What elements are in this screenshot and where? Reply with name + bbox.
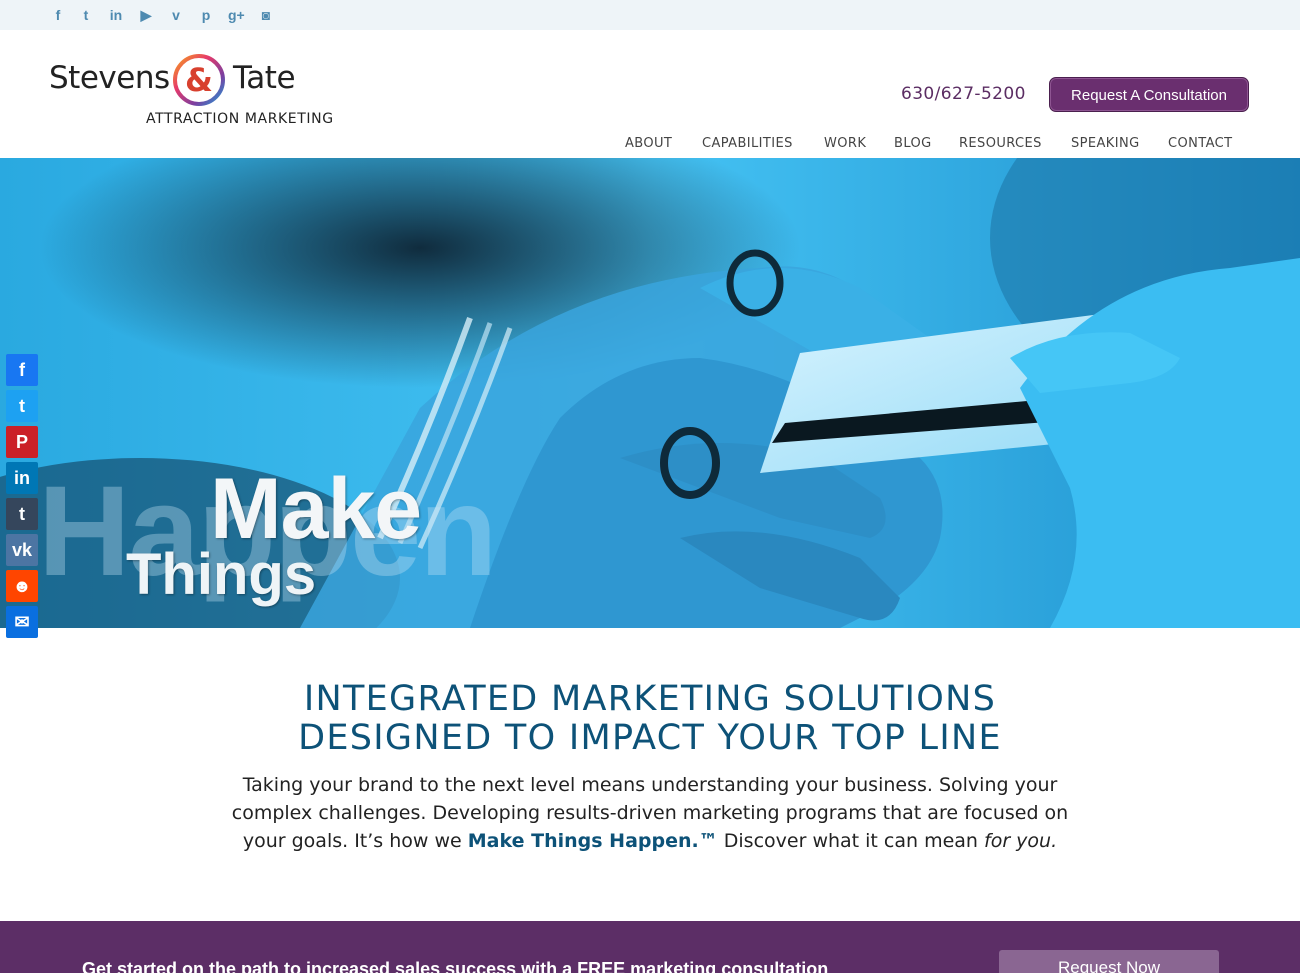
- hero-text-things: Things: [126, 542, 317, 607]
- linkedin-share-icon[interactable]: in: [6, 462, 38, 494]
- pinterest-icon[interactable]: p: [198, 7, 214, 23]
- linkedin-icon[interactable]: in: [108, 7, 124, 23]
- twitter-share-icon[interactable]: t: [6, 390, 38, 422]
- social-top-bar: f t in ▶ v p g+ ◙: [0, 0, 1300, 30]
- pinterest-share-icon[interactable]: P: [6, 426, 38, 458]
- intro-highlight: Make Things Happen.™: [467, 830, 718, 852]
- reddit-share-icon[interactable]: ☻: [6, 570, 38, 602]
- band-text: Get started on the path to increased sal…: [82, 959, 829, 973]
- nav-item-about[interactable]: ABOUT: [625, 136, 672, 151]
- headline-line-2: DESIGNED TO IMPACT YOUR TOP LINE: [298, 718, 1002, 758]
- logo-word-tate: Tate: [233, 60, 296, 96]
- nav-item-blog[interactable]: BLOG: [894, 136, 932, 151]
- vk-share-icon[interactable]: vk: [6, 534, 38, 566]
- logo-word-stevens: Stevens: [49, 60, 170, 96]
- consultation-band: Get started on the path to increased sal…: [0, 921, 1300, 973]
- nav-item-speaking[interactable]: SPEAKING: [1071, 136, 1140, 151]
- svg-text:&: &: [185, 61, 213, 99]
- main-headline: INTEGRATED MARKETING SOLUTIONS DESIGNED …: [0, 680, 1300, 758]
- site-header: Stevens & Tate ATTRACTION MARKETING 630/…: [0, 30, 1300, 158]
- tumblr-share-icon[interactable]: t: [6, 498, 38, 530]
- nav-item-contact[interactable]: CONTACT: [1168, 136, 1232, 151]
- request-now-button[interactable]: Request Now: [999, 950, 1219, 973]
- phone-number-link[interactable]: 630/627-5200: [901, 84, 1026, 104]
- twitter-icon[interactable]: t: [78, 7, 94, 23]
- hero-text-make: Make: [210, 461, 422, 557]
- nav-item-resources[interactable]: RESOURCES: [959, 136, 1042, 151]
- headline-line-1: INTEGRATED MARKETING SOLUTIONS: [303, 679, 997, 719]
- request-consultation-button[interactable]: Request A Consultation: [1049, 77, 1249, 112]
- request-now-label: Request Now: [1057, 958, 1161, 973]
- logo-tagline: ATTRACTION MARKETING: [146, 111, 334, 127]
- hero-banner: Happen Make Things: [0, 158, 1300, 628]
- facebook-share-icon[interactable]: f: [6, 354, 38, 386]
- google-plus-icon[interactable]: g+: [228, 7, 245, 23]
- facebook-icon[interactable]: f: [50, 7, 66, 23]
- intro-text-2: Discover what it can mean: [717, 830, 985, 852]
- intro-paragraph: Taking your brand to the next level mean…: [230, 771, 1070, 855]
- vimeo-icon[interactable]: v: [168, 7, 184, 23]
- intro-italic: for you.: [984, 830, 1058, 852]
- instagram-icon[interactable]: ◙: [258, 7, 274, 23]
- nav-item-work[interactable]: WORK: [824, 136, 866, 151]
- nav-item-capabilities[interactable]: CAPABILITIES: [702, 136, 793, 151]
- logo-ampersand-icon: &: [173, 54, 225, 106]
- email-share-icon[interactable]: ✉: [6, 606, 38, 638]
- youtube-icon[interactable]: ▶: [138, 7, 154, 23]
